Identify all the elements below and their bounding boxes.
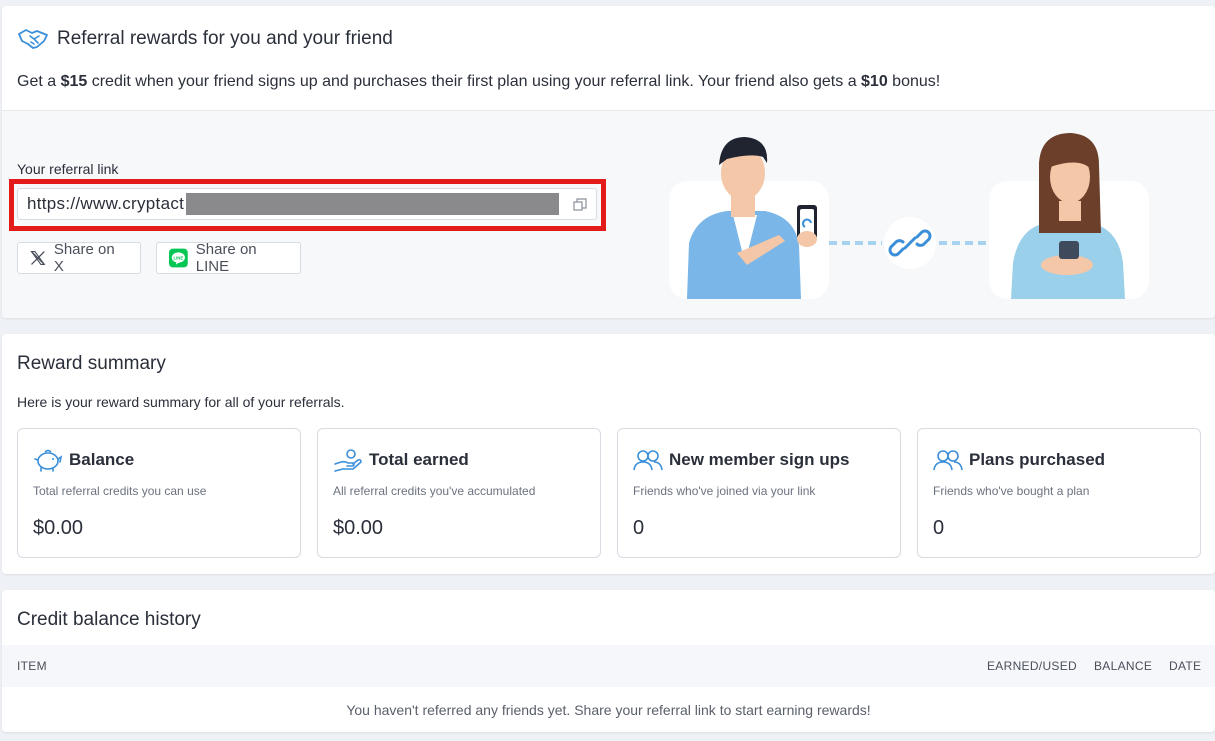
column-header-earned-used[interactable]: EARNED/USED — [987, 659, 1077, 673]
referral-link-section: Your referral link https://www.cryptact … — [2, 110, 1215, 318]
credit-history-title: Credit balance history — [17, 609, 201, 630]
share-on-line-label: Share on LINE — [195, 241, 257, 275]
stat-title: New member sign ups — [669, 450, 850, 469]
x-logo-icon — [30, 251, 46, 265]
credit-history-card: Credit balance history ITEM EARNED/USED … — [2, 590, 1215, 732]
column-header-balance[interactable]: BALANCE — [1094, 659, 1152, 673]
line-logo-icon: LINE — [169, 248, 188, 268]
stat-value: 0 — [933, 517, 945, 539]
referral-description: Get a $15 credit when your friend signs … — [17, 73, 941, 90]
share-on-x-label: Share on X — [53, 241, 115, 275]
stat-card-plans-purchased: Plans purchased Friends who've bought a … — [917, 428, 1201, 558]
stat-card-new-member-sign-ups: New member sign ups Friends who've joine… — [617, 428, 901, 558]
handshake-icon — [18, 29, 48, 49]
referral-illustration — [669, 133, 1149, 299]
reward-summary-card: Reward summary Here is your reward summa… — [2, 334, 1215, 574]
piggy-bank-icon — [34, 449, 63, 472]
stat-title: Plans purchased — [969, 450, 1106, 469]
history-empty-message: You haven't referred any friends yet. Sh… — [346, 702, 871, 718]
reward-summary-description: Here is your reward summary for all of y… — [17, 394, 345, 410]
referral-link-field[interactable]: https://www.cryptact — [17, 188, 597, 220]
credit-amount: $15 — [60, 73, 88, 90]
stat-description: All referral credits you've accumulated — [333, 484, 536, 498]
stat-description: Total referral credits you can use — [33, 484, 207, 498]
referral-title: Referral rewards for you and your friend — [57, 28, 393, 49]
stat-value: $0.00 — [33, 517, 84, 539]
svg-text:LINE: LINE — [173, 255, 183, 260]
users-icon — [633, 450, 663, 471]
history-table-header: ITEM EARNED/USED BALANCE DATE — [2, 645, 1215, 687]
share-on-line-button[interactable]: LINE Share on LINE — [156, 241, 301, 275]
stat-description: Friends who've bought a plan — [933, 484, 1090, 498]
stat-card-balance: Balance Total referral credits you can u… — [17, 428, 301, 558]
reward-summary-title: Reward summary — [17, 353, 166, 374]
stat-title: Balance — [69, 450, 135, 469]
column-header-date[interactable]: DATE — [1169, 659, 1201, 673]
referral-card: Referral rewards for you and your friend… — [2, 6, 1215, 318]
stat-value: $0.00 — [333, 517, 384, 539]
stat-description: Friends who've joined via your link — [633, 484, 816, 498]
copy-icon[interactable] — [573, 198, 587, 212]
users-icon — [933, 450, 963, 471]
bonus-amount: $10 — [861, 73, 888, 90]
stat-title: Total earned — [369, 450, 469, 469]
referral-link-label: Your referral link — [17, 161, 119, 177]
stat-card-total-earned: Total earned All referral credits you've… — [317, 428, 601, 558]
hand-coin-icon — [334, 449, 362, 472]
column-header-item[interactable]: ITEM — [17, 659, 47, 673]
redacted-block — [186, 193, 560, 215]
share-on-x-button[interactable]: Share on X — [17, 241, 141, 275]
referral-link-text: https://www.cryptact — [27, 194, 185, 213]
stat-value: 0 — [633, 517, 645, 539]
